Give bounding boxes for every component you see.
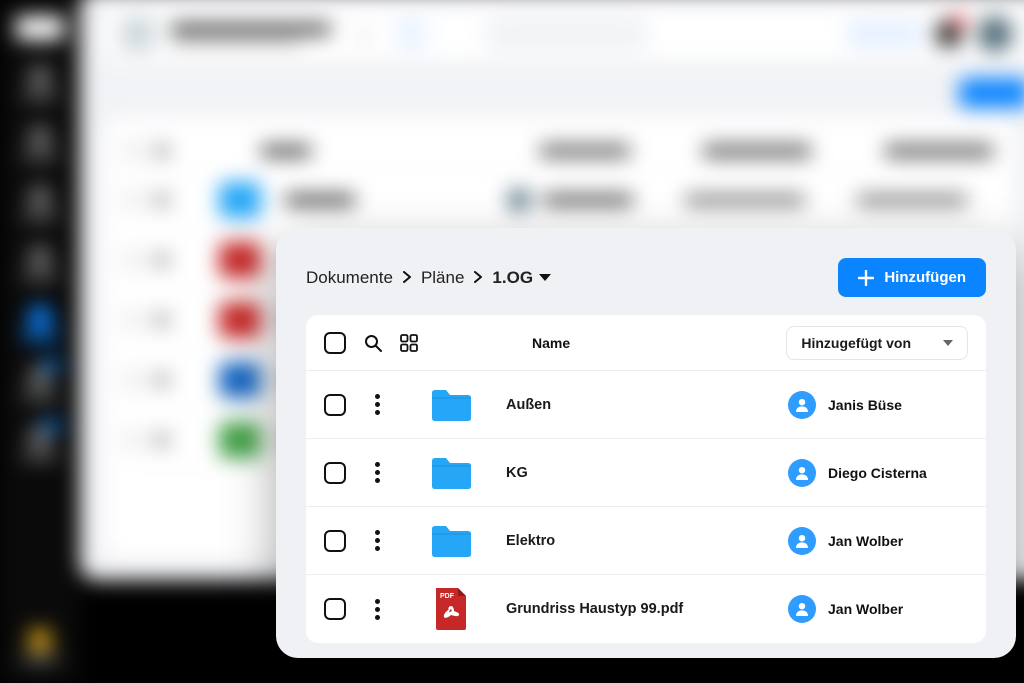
user-name: Janis Büse	[828, 397, 902, 413]
row-more-menu[interactable]	[368, 530, 386, 551]
caret-down-icon	[943, 340, 953, 346]
documents-panel: Dokumente Pläne 1.OG Hinzufügen Name Hin…	[276, 228, 1016, 658]
add-button[interactable]: Hinzufügen	[838, 258, 986, 297]
user-name: Diego Cisterna	[828, 465, 927, 481]
column-header-name[interactable]: Name	[532, 335, 570, 351]
plus-icon	[858, 270, 874, 286]
table-header: Name Hinzugefügt von	[306, 315, 986, 371]
select-all-checkbox[interactable]	[324, 332, 346, 354]
user-avatar-icon	[788, 391, 816, 419]
added-by-user: Jan Wolber	[788, 527, 968, 555]
row-more-menu[interactable]	[368, 394, 386, 415]
grid-view-icon[interactable]	[400, 334, 418, 352]
folder-icon	[426, 455, 476, 491]
table-row[interactable]: Außen Janis Büse	[306, 371, 986, 439]
column-header-added-by-label: Hinzugefügt von	[801, 335, 911, 351]
breadcrumb-root[interactable]: Dokumente	[306, 268, 393, 288]
svg-text:PDF: PDF	[440, 593, 455, 600]
user-avatar-icon	[788, 459, 816, 487]
row-checkbox[interactable]	[324, 598, 346, 620]
row-checkbox[interactable]	[324, 530, 346, 552]
folder-icon	[426, 523, 476, 559]
added-by-user: Diego Cisterna	[788, 459, 968, 487]
file-name: Außen	[506, 397, 788, 413]
added-by-user: Jan Wolber	[788, 595, 968, 623]
caret-down-icon	[539, 274, 551, 281]
add-button-label: Hinzufügen	[884, 269, 966, 286]
table-row[interactable]: KG Diego Cisterna	[306, 439, 986, 507]
breadcrumb-current-label: 1.OG	[492, 268, 533, 288]
user-avatar-icon	[788, 527, 816, 555]
user-name: Jan Wolber	[828, 533, 903, 549]
chevron-right-icon	[474, 268, 482, 288]
table-row[interactable]: PDF Grundriss Haustyp 99.pdf Jan Wolber	[306, 575, 986, 643]
breadcrumb: Dokumente Pläne 1.OG	[306, 268, 551, 288]
row-more-menu[interactable]	[368, 462, 386, 483]
user-avatar-icon	[788, 595, 816, 623]
table-row[interactable]: Elektro Jan Wolber	[306, 507, 986, 575]
row-checkbox[interactable]	[324, 394, 346, 416]
chevron-right-icon	[403, 268, 411, 288]
pdf-file-icon: PDF	[426, 586, 476, 632]
column-header-added-by-dropdown[interactable]: Hinzugefügt von	[786, 326, 968, 360]
file-table: Name Hinzugefügt von Außen Janis Büse KG	[306, 315, 986, 643]
file-name: Grundriss Haustyp 99.pdf	[506, 601, 788, 617]
panel-header: Dokumente Pläne 1.OG Hinzufügen	[306, 258, 986, 297]
folder-icon	[426, 387, 476, 423]
added-by-user: Janis Büse	[788, 391, 968, 419]
file-name: KG	[506, 465, 788, 481]
row-more-menu[interactable]	[368, 599, 386, 620]
file-name: Elektro	[506, 533, 788, 549]
row-checkbox[interactable]	[324, 462, 346, 484]
search-icon[interactable]	[364, 334, 382, 352]
breadcrumb-current-dropdown[interactable]: 1.OG	[492, 268, 551, 288]
breadcrumb-level1[interactable]: Pläne	[421, 268, 464, 288]
user-name: Jan Wolber	[828, 601, 903, 617]
